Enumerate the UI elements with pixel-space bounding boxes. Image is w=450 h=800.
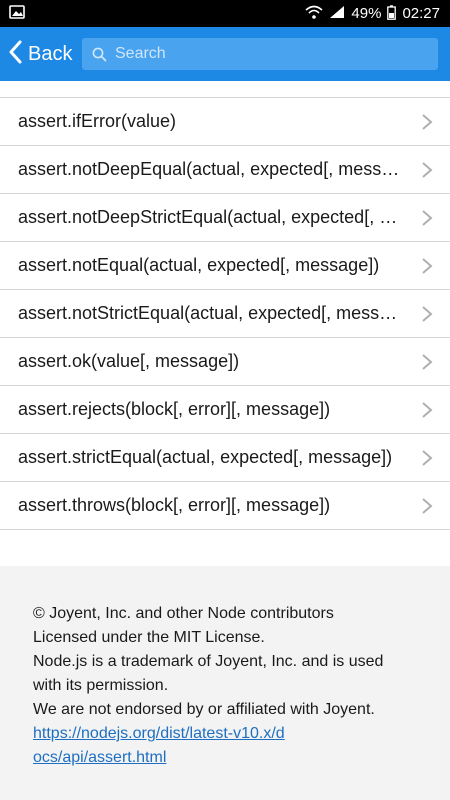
chevron-right-icon (422, 305, 433, 322)
status-bar: 49% 02:27 (0, 0, 450, 27)
footer: © Joyent, Inc. and other Node contributo… (0, 566, 450, 800)
list-item[interactable]: assert.notStrictEqual(actual, expected[,… (0, 290, 450, 338)
battery-icon (387, 4, 397, 23)
chevron-right-icon (422, 353, 433, 370)
copyright-text: © Joyent, Inc. and other Node contributo… (33, 605, 334, 622)
disclaimer-text: We are not endorsed by or affiliated wit… (33, 701, 375, 718)
list-item[interactable]: assert.strictEqual(actual, expected[, me… (0, 434, 450, 482)
list-item-label: assert.ifError(value) (18, 111, 177, 131)
clock: 02:27 (402, 5, 440, 22)
image-icon (9, 4, 25, 23)
chevron-left-icon (8, 40, 22, 69)
list-item-label: assert.throws(block[, error][, message]) (18, 495, 331, 515)
chevron-right-icon (422, 449, 433, 466)
back-button[interactable]: Back (0, 27, 82, 81)
chevron-right-icon (422, 209, 433, 226)
list-item-label: assert.strictEqual(actual, expected[, me… (18, 447, 393, 467)
list-item-label: assert.notEqual(actual, expected[, messa… (18, 255, 380, 275)
search-box[interactable] (82, 38, 438, 70)
list-item[interactable]: assert.notDeepEqual(actual, expected[, m… (0, 146, 450, 194)
search-icon (92, 47, 107, 62)
trademark-text: Node.js is a trademark of Joyent, Inc. a… (33, 653, 384, 670)
license-text: Licensed under the MIT License. (33, 629, 265, 646)
battery-percent: 49% (351, 5, 382, 22)
list-item-label: assert.notStrictEqual(actual, expected[,… (18, 303, 403, 323)
chevron-right-icon (422, 257, 433, 274)
list-item[interactable]: assert.throws(block[, error][, message]) (0, 482, 450, 530)
trademark-text-cont: with its permission. (33, 677, 169, 694)
chevron-right-icon (422, 401, 433, 418)
list-item[interactable]: assert.ifError(value) (0, 98, 450, 146)
list-item[interactable]: assert.ok(value[, message]) (0, 338, 450, 386)
list-item-label: assert.ok(value[, message]) (18, 351, 240, 371)
list-item-label: assert.notDeepStrictEqual(actual, expect… (18, 207, 403, 227)
chevron-right-icon (422, 113, 433, 130)
chevron-right-icon (422, 161, 433, 178)
api-list: assert.ifError(value) assert.notDeepEqua… (0, 97, 450, 530)
list-item-label: assert.notDeepEqual(actual, expected[, m… (18, 159, 403, 179)
list-item[interactable]: assert.rejects(block[, error][, message]… (0, 386, 450, 434)
app-bar: Back (0, 27, 450, 81)
back-label: Back (28, 42, 73, 65)
chevron-right-icon (422, 497, 433, 514)
wifi-icon (305, 5, 323, 22)
list-item[interactable]: assert.notDeepStrictEqual(actual, expect… (0, 194, 450, 242)
docs-link[interactable]: https://nodejs.org/dist/latest-v10.x/doc… (33, 722, 293, 770)
footer-text: © Joyent, Inc. and other Node contributo… (33, 602, 413, 770)
list-item[interactable]: assert.notEqual(actual, expected[, messa… (0, 242, 450, 290)
signal-icon (329, 5, 345, 22)
search-input[interactable] (115, 45, 415, 63)
list-item-label: assert.rejects(block[, error][, message]… (18, 399, 331, 419)
